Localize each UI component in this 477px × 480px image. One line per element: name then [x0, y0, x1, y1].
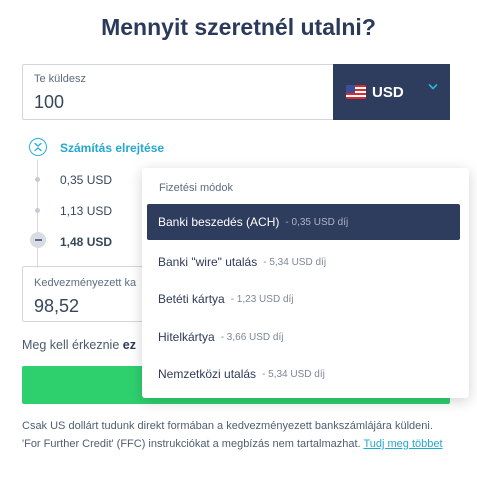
- currency-code: USD: [372, 83, 404, 101]
- send-amount-field[interactable]: Te küldesz 100 USD: [22, 64, 450, 120]
- receive-label: Kedvezményezett ka: [34, 277, 137, 289]
- info-note: Csak US dollárt tudunk direkt formában a…: [22, 417, 454, 453]
- send-amount-input[interactable]: 100: [34, 92, 64, 113]
- send-label: Te küldesz: [34, 73, 86, 85]
- option-fee: - 0,35 USD díj: [285, 216, 349, 228]
- currency-select-button[interactable]: USD: [333, 64, 450, 120]
- option-label: Banki beszedés (ACH): [158, 215, 280, 229]
- option-fee: - 5,34 USD díj: [263, 256, 327, 268]
- dropdown-header: Fizetési módok: [159, 182, 233, 194]
- payment-option-debit-card[interactable]: Betéti kártya - 1,23 USD díj: [147, 281, 460, 317]
- arrival-prefix: Meg kell érkeznie: [22, 338, 120, 352]
- timeline-dot: [35, 177, 40, 182]
- hide-calculation-link[interactable]: Számítás elrejtése: [60, 141, 164, 155]
- arrival-bold: ez: [122, 338, 136, 352]
- learn-more-link[interactable]: Tudj meg többet: [363, 438, 442, 450]
- fee-row: 0,35 USD: [60, 173, 113, 187]
- fee-total: 1,48 USD: [60, 235, 113, 249]
- payment-option-international[interactable]: Nemzetközi utalás - 5,34 USD díj: [147, 356, 460, 392]
- minus-icon: [30, 232, 46, 248]
- page-title: Mennyit szeretnél utalni?: [101, 14, 376, 40]
- payment-option-credit-card[interactable]: Hitelkártya - 3,66 USD díj: [147, 319, 460, 355]
- option-fee: - 3,66 USD díj: [220, 331, 284, 343]
- collapse-icon[interactable]: [29, 138, 47, 156]
- us-flag-icon: [346, 85, 366, 99]
- chevron-down-icon: [428, 84, 438, 90]
- option-fee: - 5,34 USD díj: [262, 368, 325, 380]
- option-label: Betéti kártya: [158, 292, 225, 306]
- fee-row: 1,13 USD: [60, 204, 113, 218]
- payment-option-ach[interactable]: Banki beszedés (ACH) - 0,35 USD díj: [147, 204, 460, 240]
- payment-option-wire[interactable]: Banki "wire" utalás - 5,34 USD díj: [147, 244, 460, 280]
- timeline-dot: [35, 208, 40, 213]
- payment-method-dropdown: Fizetési módok Banki beszedés (ACH) - 0,…: [142, 168, 469, 398]
- option-label: Nemzetközi utalás: [158, 367, 257, 381]
- option-label: Hitelkártya: [158, 330, 215, 344]
- option-fee: - 1,23 USD díj: [230, 293, 294, 305]
- receive-amount-input[interactable]: 98,52: [34, 296, 79, 317]
- arrival-text: Meg kell érkeznie ez: [22, 338, 136, 352]
- option-label: Banki "wire" utalás: [158, 255, 258, 269]
